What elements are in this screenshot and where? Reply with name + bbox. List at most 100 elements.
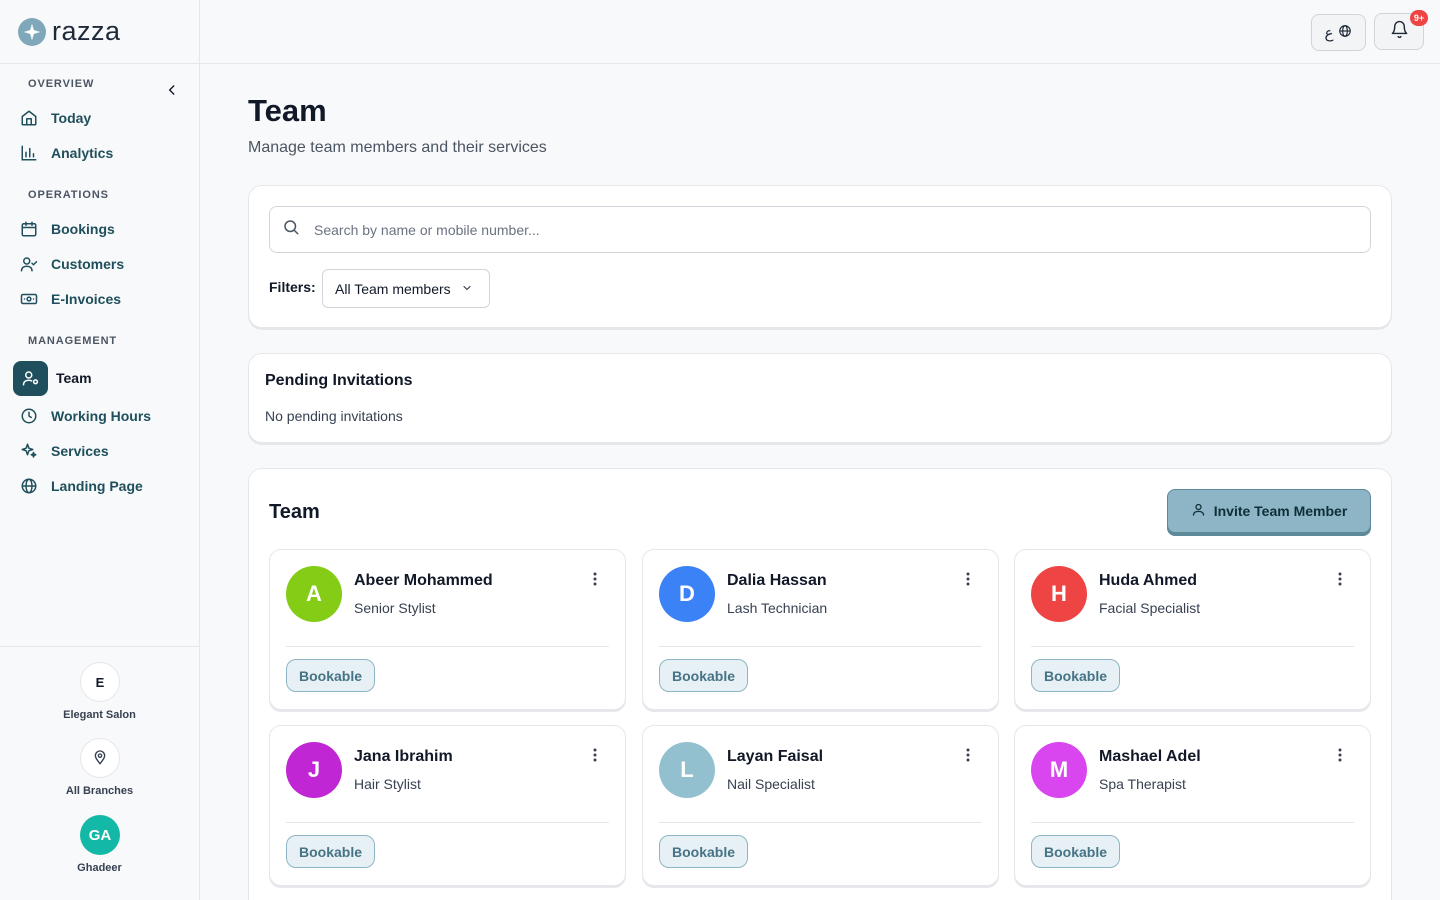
sidebar-item-bookings[interactable]: Bookings <box>13 212 188 246</box>
pending-invitations-empty: No pending invitations <box>265 408 403 424</box>
invite-team-member-button[interactable]: Invite Team Member <box>1167 489 1371 533</box>
sidebar-item-team[interactable]: Team <box>13 360 188 396</box>
team-filter-select[interactable]: All Team members <box>322 269 490 308</box>
collapse-sidebar-button[interactable] <box>162 82 182 102</box>
sidebar-item-label: Today <box>51 110 92 126</box>
clock-icon <box>19 406 39 426</box>
sidebar-item-label: E-Invoices <box>51 291 122 307</box>
bookable-badge: Bookable <box>659 659 749 692</box>
member-menu-button[interactable] <box>959 746 977 768</box>
sparkles-icon <box>19 441 39 461</box>
more-vertical-icon <box>593 572 597 591</box>
salon-name: Elegant Salon <box>63 709 136 721</box>
sidebar-item-label: Services <box>51 443 109 459</box>
sidebar-footer: E Elegant Salon All Branches GA Ghadeer <box>0 646 199 900</box>
bookable-badge: Bookable <box>286 835 376 868</box>
brand-logo[interactable]: razza <box>0 0 199 64</box>
member-menu-button[interactable] <box>586 746 604 768</box>
member-avatar: A <box>286 566 342 622</box>
team-member-card[interactable]: A Abeer Mohammed Senior Stylist Bookable <box>269 549 626 710</box>
member-role: Senior Stylist <box>354 600 436 616</box>
team-section-title: Team <box>269 501 320 523</box>
language-label: ع <box>1324 24 1334 42</box>
card-divider <box>1031 822 1354 823</box>
member-role: Lash Technician <box>727 600 828 616</box>
calendar-icon <box>19 219 39 239</box>
more-vertical-icon <box>966 748 970 767</box>
member-name: Jana Ibrahim <box>354 748 453 765</box>
chevron-down-icon <box>461 281 473 297</box>
member-name: Huda Ahmed <box>1099 572 1198 589</box>
more-vertical-icon <box>966 572 970 591</box>
card-divider <box>659 822 982 823</box>
globe-icon <box>19 476 39 496</box>
language-switch-button[interactable]: ع <box>1311 14 1366 51</box>
user-check-icon <box>19 254 39 274</box>
salon-avatar[interactable]: E <box>80 662 120 702</box>
top-bar: ع 9+ <box>200 0 1440 64</box>
bookable-badge: Bookable <box>286 659 376 692</box>
map-pin-icon <box>92 749 108 768</box>
branches-label: All Branches <box>65 785 134 797</box>
user-icon <box>1191 502 1206 520</box>
team-member-card[interactable]: D Dalia Hassan Lash Technician Bookable <box>642 549 999 710</box>
section-label-management: MANAGEMENT <box>28 335 118 347</box>
sidebar-item-e-invoices[interactable]: E-Invoices <box>13 282 188 316</box>
card-divider <box>286 646 609 647</box>
card-divider <box>1031 646 1354 647</box>
bell-icon <box>1390 20 1409 44</box>
invite-button-label: Invite Team Member <box>1213 503 1348 519</box>
sidebar: razza OVERVIEW Today Analytics OPERATION… <box>0 0 200 900</box>
sidebar-item-services[interactable]: Services <box>13 434 188 468</box>
search-box[interactable] <box>269 206 1371 253</box>
section-label-operations: OPERATIONS <box>28 189 109 201</box>
page-subtitle: Manage team members and their services <box>248 139 547 156</box>
filter-selected-value: All Team members <box>335 280 451 297</box>
member-name: Layan Faisal <box>727 748 824 765</box>
member-name: Mashael Adel <box>1099 748 1201 765</box>
member-role: Spa Therapist <box>1099 776 1186 792</box>
home-icon <box>19 108 39 128</box>
user-avatar[interactable]: GA <box>80 815 120 855</box>
sidebar-item-customers[interactable]: Customers <box>13 247 188 281</box>
team-member-card[interactable]: M Mashael Adel Spa Therapist Bookable <box>1014 725 1371 886</box>
sidebar-item-working-hours[interactable]: Working Hours <box>13 399 188 433</box>
member-menu-button[interactable] <box>959 570 977 592</box>
branches-button[interactable] <box>80 738 120 778</box>
chevron-left-icon <box>165 83 179 102</box>
member-role: Nail Specialist <box>727 776 815 792</box>
member-avatar: L <box>659 742 715 798</box>
section-label-overview: OVERVIEW <box>28 78 95 90</box>
search-icon <box>282 218 300 241</box>
sidebar-item-label: Working Hours <box>51 408 152 424</box>
member-name: Dalia Hassan <box>727 572 827 589</box>
user-cog-icon <box>13 360 48 396</box>
brand-name: razza <box>52 16 121 46</box>
pending-invitations-title: Pending Invitations <box>265 372 413 389</box>
card-divider <box>286 822 609 823</box>
member-menu-button[interactable] <box>1331 570 1349 592</box>
search-filter-card: Filters: All Team members <box>248 185 1392 328</box>
member-avatar: M <box>1031 742 1087 798</box>
member-avatar: D <box>659 566 715 622</box>
notification-count-badge: 9+ <box>1410 10 1428 26</box>
bookable-badge: Bookable <box>1031 835 1121 868</box>
member-menu-button[interactable] <box>1331 746 1349 768</box>
sidebar-item-analytics[interactable]: Analytics <box>13 136 188 170</box>
more-vertical-icon <box>593 748 597 767</box>
sidebar-item-label: Customers <box>51 256 125 272</box>
member-menu-button[interactable] <box>586 570 604 592</box>
sidebar-item-label: Landing Page <box>51 478 143 494</box>
sidebar-item-label: Team <box>56 370 92 386</box>
team-member-card[interactable]: L Layan Faisal Nail Specialist Bookable <box>642 725 999 886</box>
sidebar-item-landing-page[interactable]: Landing Page <box>13 469 188 503</box>
team-member-card[interactable]: H Huda Ahmed Facial Specialist Bookable <box>1014 549 1371 710</box>
search-input[interactable] <box>314 221 1370 238</box>
user-name: Ghadeer <box>77 862 122 874</box>
more-vertical-icon <box>1338 748 1342 767</box>
team-member-card[interactable]: J Jana Ibrahim Hair Stylist Bookable <box>269 725 626 886</box>
globe-icon <box>1338 24 1352 42</box>
page-title: Team <box>248 93 327 128</box>
member-avatar: J <box>286 742 342 798</box>
sidebar-item-today[interactable]: Today <box>13 101 188 135</box>
